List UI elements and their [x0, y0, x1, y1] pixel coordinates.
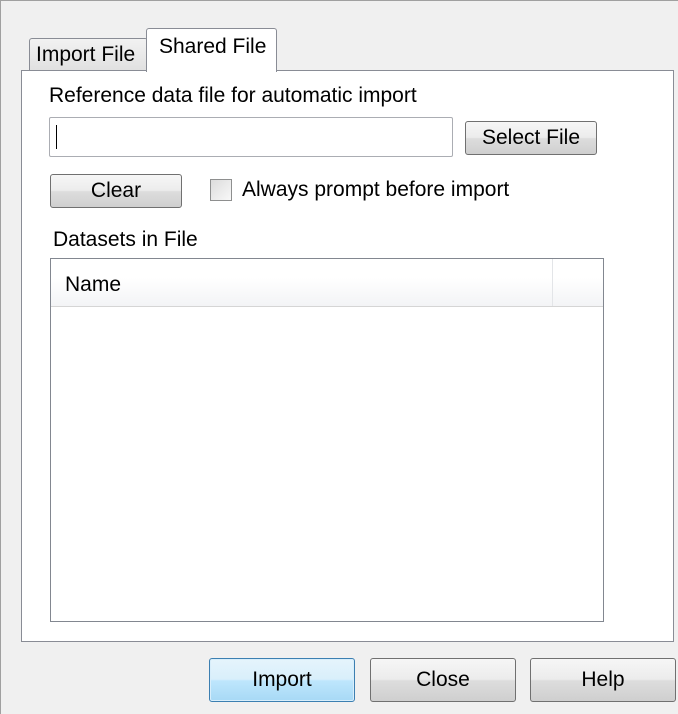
shared-file-panel: Reference data file for automatic import…	[21, 70, 674, 642]
close-button[interactable]: Close	[370, 658, 516, 702]
column-header-name[interactable]: Name	[51, 259, 553, 306]
reference-file-input[interactable]	[49, 117, 453, 157]
import-button[interactable]: Import	[209, 658, 355, 702]
reference-file-label: Reference data file for automatic import	[49, 84, 417, 107]
clear-button[interactable]: Clear	[50, 174, 182, 208]
help-button[interactable]: Help	[530, 658, 676, 702]
import-dialog: Import File Shared File Reference data f…	[0, 0, 678, 714]
column-header-name-label: Name	[65, 273, 122, 296]
tab-import-file[interactable]: Import File	[29, 38, 148, 71]
always-prompt-label[interactable]: Always prompt before import	[242, 178, 509, 202]
select-file-button[interactable]: Select File	[465, 121, 597, 155]
tab-shared-file[interactable]: Shared File	[146, 28, 277, 72]
always-prompt-checkbox[interactable]	[210, 179, 232, 201]
list-header: Name	[51, 259, 603, 307]
text-caret	[56, 125, 57, 149]
datasets-list[interactable]: Name	[50, 258, 604, 622]
datasets-label: Datasets in File	[53, 228, 198, 251]
column-header-filler	[554, 259, 603, 306]
